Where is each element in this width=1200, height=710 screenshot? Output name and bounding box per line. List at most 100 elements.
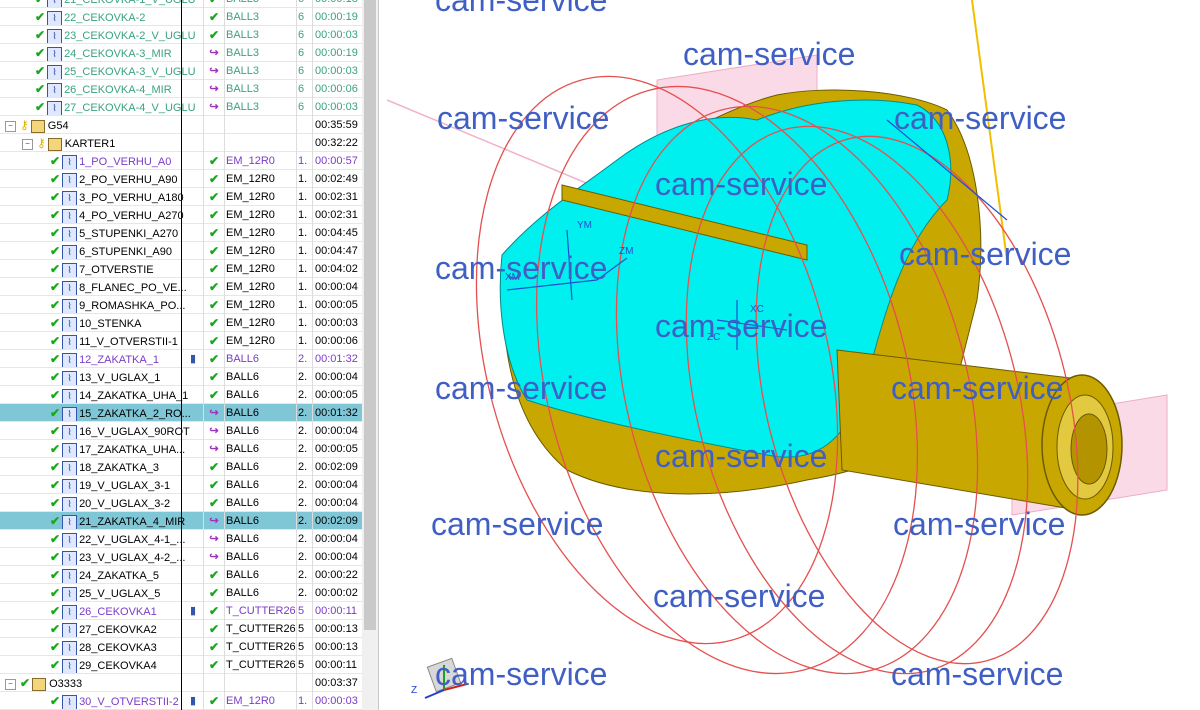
time-cell: 00:02:31	[315, 209, 358, 221]
graphics-viewport[interactable]: YM ZM XM XC ZC Z cam-service cam-service c…	[387, 0, 1200, 710]
transform-arrow-icon: ↪	[209, 83, 219, 95]
operation-name: 14_ZAKATKA_UHA_1	[79, 390, 189, 402]
tool-number-cell: 1.	[298, 209, 308, 221]
collapse-toggle-icon[interactable]: −	[22, 138, 33, 150]
tool-number-cell: 6	[298, 11, 305, 23]
status-check-icon: ✔	[50, 604, 61, 618]
axis-label-z: Z	[411, 685, 417, 696]
tool-cell: T_CUTTER26.5	[226, 659, 296, 671]
status-check-icon: ✔	[50, 370, 61, 384]
axis-label-zm: ZM	[619, 246, 633, 257]
navigator-scrollbar[interactable]	[362, 0, 378, 710]
collapse-toggle-icon[interactable]: −	[5, 120, 16, 132]
time-cell: 00:00:04	[315, 371, 358, 383]
transform-arrow-icon: ↪	[209, 47, 219, 59]
path-ok-icon: ✔	[208, 208, 220, 222]
tool-change-cell	[182, 314, 204, 332]
key-icon: ⚷	[20, 118, 29, 132]
tool-change-cell	[182, 386, 204, 404]
collapse-toggle-icon[interactable]: −	[5, 678, 16, 690]
status-check-icon: ✔	[50, 478, 61, 492]
tool-number-cell: 1.	[298, 695, 308, 707]
path-ok-icon: ✔	[208, 334, 220, 348]
time-cell: 00:00:57	[315, 155, 358, 167]
panel-splitter[interactable]	[378, 0, 387, 710]
tool-number-cell: 1.	[298, 281, 308, 293]
tool-cell	[226, 134, 296, 152]
path-ok-icon: ✔	[208, 226, 220, 240]
time-cell: 00:04:47	[315, 245, 358, 257]
tool-number-cell: 5	[298, 623, 305, 635]
tool-number-cell: 1.	[298, 155, 308, 167]
path-status-cell: ✔	[204, 278, 224, 296]
path-status-cell: ✔	[204, 476, 224, 494]
watermark-text: cam-service	[435, 250, 608, 286]
tool-change-cell	[182, 134, 204, 152]
operation-name-cell: − ✔ O3333	[0, 674, 185, 692]
program-group-icon	[47, 137, 62, 151]
tool-number-cell: 2.	[298, 425, 308, 437]
time-cell: 00:00:03	[315, 317, 358, 329]
tool-number-cell: 2.	[298, 407, 308, 419]
operation-name: 1_PO_VERHU_A0	[79, 156, 172, 168]
path-status-cell: ✔	[204, 260, 224, 278]
status-check-icon: ✔	[50, 208, 61, 222]
operation-type-icon: ⌇	[47, 64, 63, 80]
tool-cell: T_CUTTER26.5	[226, 641, 296, 653]
status-check-icon: ✔	[50, 532, 61, 546]
tool-cell: BALL6	[226, 515, 260, 527]
watermark-text: cam-service	[891, 656, 1064, 692]
tool-number-cell: 1.	[298, 317, 308, 329]
time-cell: 00:02:49	[315, 173, 358, 185]
status-check-icon: ✔	[50, 388, 61, 402]
key-icon: ⚷	[37, 136, 46, 150]
path-status-cell: ✔	[204, 206, 224, 224]
time-cell: 00:00:04	[315, 551, 358, 563]
operation-name: 16_V_UGLAX_90ROT	[79, 426, 190, 438]
tool-number-cell: 2.	[298, 371, 308, 383]
tool-number-cell: 2.	[298, 389, 308, 401]
operation-type-icon: ⌇	[62, 442, 78, 458]
tool-change-cell	[182, 152, 204, 170]
watermark-text: cam-service	[891, 370, 1064, 406]
operation-name: 11_V_OTVERSTII-1	[79, 336, 178, 348]
tool-change-cell: ▮	[182, 692, 204, 710]
status-check-icon: ✔	[50, 334, 61, 348]
operation-navigator: ✔⌇21_CEKOVKA-1_V_UGLU✔BALL3600:00:18✔⌇22…	[0, 0, 386, 710]
path-ok-icon: ✔	[208, 604, 220, 618]
operation-type-icon: ⌇	[62, 262, 78, 278]
status-check-icon: ✔	[35, 82, 46, 96]
time-cell: 00:02:09	[315, 461, 358, 473]
tool-number-cell: 1.	[298, 227, 308, 239]
operation-type-icon: ⌇	[62, 316, 78, 332]
tool-cell: T_CUTTER26.5	[226, 605, 296, 617]
tool-change-cell	[182, 458, 204, 476]
tool-cell: T_CUTTER26.5	[226, 623, 296, 635]
tool-change-cell	[182, 26, 204, 44]
tool-cell: BALL3	[226, 47, 260, 59]
time-cell: 00:00:05	[315, 299, 358, 311]
operation-type-icon: ⌇	[62, 622, 78, 638]
time-cell: 00:00:11	[315, 605, 358, 617]
tool-change-cell	[182, 170, 204, 188]
scrollbar-thumb[interactable]	[364, 0, 376, 630]
operation-type-icon: ⌇	[47, 46, 63, 62]
tool-number-cell: 6	[298, 65, 305, 77]
operation-name: 17_ZAKATKA_UHA...	[79, 444, 186, 456]
operation-type-icon: ⌇	[62, 496, 78, 512]
path-status-cell: ✔	[204, 566, 224, 584]
tool-cell: EM_12R0	[226, 173, 275, 185]
time-cell: 00:00:04	[315, 497, 358, 509]
path-status-cell: ↪	[204, 548, 224, 566]
operation-type-icon: ⌇	[62, 244, 78, 260]
path-status-cell: ✔	[204, 602, 224, 620]
operation-type-icon: ⌇	[62, 550, 78, 566]
time-cell: 00:04:02	[315, 263, 358, 275]
time-cell: 00:00:04	[315, 425, 358, 437]
transform-arrow-icon: ↪	[209, 65, 219, 77]
status-check-icon: ✔	[50, 514, 61, 528]
operation-name: 21_CEKOVKA-1_V_UGLU	[64, 0, 196, 6]
tool-number-cell: 1.	[298, 191, 308, 203]
tool-number-cell: 2.	[298, 479, 308, 491]
operation-name-cell: − ⚷ KARTER1	[0, 134, 202, 152]
